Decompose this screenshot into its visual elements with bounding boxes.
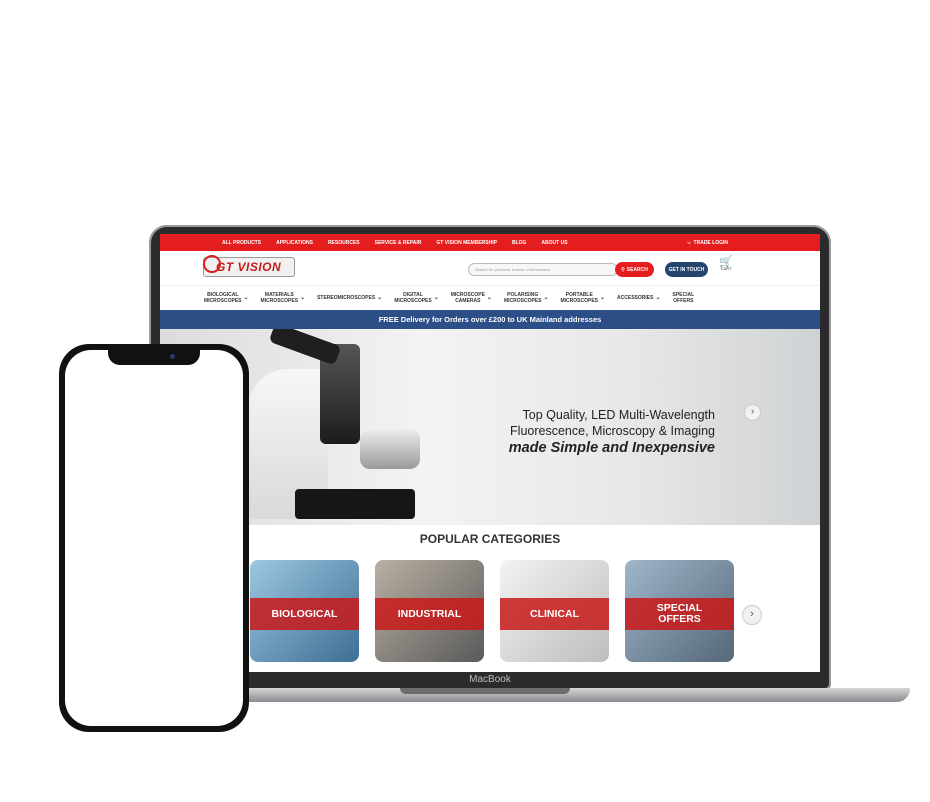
- hero-line-2: Fluorescence, Microscopy & Imaging: [510, 424, 715, 438]
- search-input[interactable]: Search for products, brands or informati…: [468, 263, 618, 276]
- chevron-down-icon: ⌄: [655, 295, 661, 301]
- laptop-brand-label: MacBook: [469, 674, 511, 685]
- card-label: CLINICAL: [500, 598, 609, 630]
- card-label: SPECIAL OFFERS: [625, 598, 734, 630]
- chevron-down-icon: ⌄: [300, 295, 306, 301]
- card-biological[interactable]: BIOLOGICAL: [250, 560, 359, 662]
- get-in-touch-button[interactable]: GET IN TOUCH: [665, 262, 708, 277]
- microscope-eyepiece: [268, 329, 342, 366]
- search-button[interactable]: ⚲ SEARCH: [615, 262, 654, 277]
- top-nav-service-repair[interactable]: SERVICE & REPAIR: [375, 240, 422, 246]
- category-cards: BIOLOGICAL INDUSTRIAL CLINICAL SPECIAL O…: [250, 560, 734, 662]
- trade-login-label: TRADE LOGIN: [693, 239, 728, 246]
- chevron-down-icon: ⌄: [377, 295, 383, 301]
- category-cameras[interactable]: MICROSCOPE CAMERAS ⌄: [451, 292, 492, 304]
- category-special-offers[interactable]: SPECIAL OFFERS: [672, 292, 694, 304]
- laptop-notch: [400, 688, 570, 694]
- microscope-stage: [295, 489, 415, 519]
- top-nav-resources[interactable]: RESOURCES: [328, 240, 360, 246]
- logo-text: GT VISION: [216, 260, 282, 274]
- top-nav-about[interactable]: ABOUT US: [541, 240, 567, 246]
- card-label: INDUSTRIAL: [375, 598, 484, 630]
- top-nav-membership[interactable]: GT VISION MEMBERSHIP: [436, 240, 497, 246]
- chevron-down-icon: ⌄: [600, 295, 606, 301]
- top-nav-bar: ALL PRODUCTS APPLICATIONS RESOURCES SERV…: [160, 234, 820, 251]
- top-nav-all-products[interactable]: ALL PRODUCTS: [222, 240, 261, 246]
- card-industrial[interactable]: INDUSTRIAL: [375, 560, 484, 662]
- phone-notch: [108, 350, 200, 365]
- category-polarising[interactable]: POLARISING MICROSCOPES ⌄: [504, 292, 549, 304]
- category-digital[interactable]: DIGITAL MICROSCOPES ⌄: [394, 292, 439, 304]
- popular-categories: POPULAR CATEGORIES BIOLOGICAL INDUSTRIAL…: [160, 525, 820, 662]
- hero-line-3: made Simple and Inexpensive: [508, 440, 715, 456]
- site-header: GT VISION Search for products, brands or…: [160, 251, 820, 285]
- search-button-label: SEARCH: [626, 266, 648, 273]
- trade-login-link[interactable]: ☺ TRADE LOGIN: [686, 234, 728, 251]
- category-accessories[interactable]: ACCESSORIES ⌄: [617, 295, 660, 301]
- category-nav: BIOLOGICAL MICROSCOPES ⌄ MATERIALS MICROSCO…: [160, 285, 820, 310]
- top-nav-applications[interactable]: APPLICATIONS: [276, 240, 313, 246]
- chevron-down-icon: ⌄: [486, 295, 492, 301]
- camera-icon: [170, 354, 175, 359]
- hero-text: Top Quality, LED Multi-Wavelength Fluore…: [460, 407, 715, 457]
- cart-button[interactable]: 🛒 CART: [718, 255, 734, 279]
- user-icon: ☺: [686, 239, 692, 246]
- card-label: BIOLOGICAL: [250, 598, 359, 630]
- category-portable[interactable]: PORTABLE MICROSCOPES ⌄: [561, 292, 606, 304]
- chevron-right-icon[interactable]: ›: [742, 605, 762, 625]
- chevron-right-icon[interactable]: ›: [744, 404, 761, 421]
- phone-screen: [65, 350, 243, 726]
- delivery-banner: FREE Delivery for Orders over £200 to UK…: [160, 310, 820, 329]
- hero-banner: Top Quality, LED Multi-Wavelength Fluore…: [160, 329, 820, 525]
- category-biological[interactable]: BIOLOGICAL MICROSCOPES ⌄: [204, 292, 249, 304]
- card-special-offers[interactable]: SPECIAL OFFERS: [625, 560, 734, 662]
- chevron-down-icon: ⌄: [543, 295, 549, 301]
- category-stereo[interactable]: STEREOMICROSCOPES ⌄: [317, 295, 382, 301]
- microscope-objectives: [360, 429, 420, 469]
- hero-line-1: Top Quality, LED Multi-Wavelength: [522, 408, 715, 422]
- chevron-down-icon: ⌄: [433, 295, 439, 301]
- mockup-stage: ALL PRODUCTS APPLICATIONS RESOURCES SERV…: [0, 0, 930, 802]
- logo-circle-icon: [203, 255, 221, 273]
- popular-title: POPULAR CATEGORIES: [419, 532, 561, 546]
- top-nav-blog[interactable]: BLOG: [512, 240, 526, 246]
- site-logo[interactable]: GT VISION: [203, 255, 295, 277]
- search-icon: ⚲: [621, 266, 625, 273]
- chevron-down-icon: ⌄: [243, 295, 249, 301]
- card-clinical[interactable]: CLINICAL: [500, 560, 609, 662]
- category-materials[interactable]: MATERIALS MICROSCOPES ⌄: [261, 292, 306, 304]
- laptop-screen: ALL PRODUCTS APPLICATIONS RESOURCES SERV…: [160, 234, 820, 672]
